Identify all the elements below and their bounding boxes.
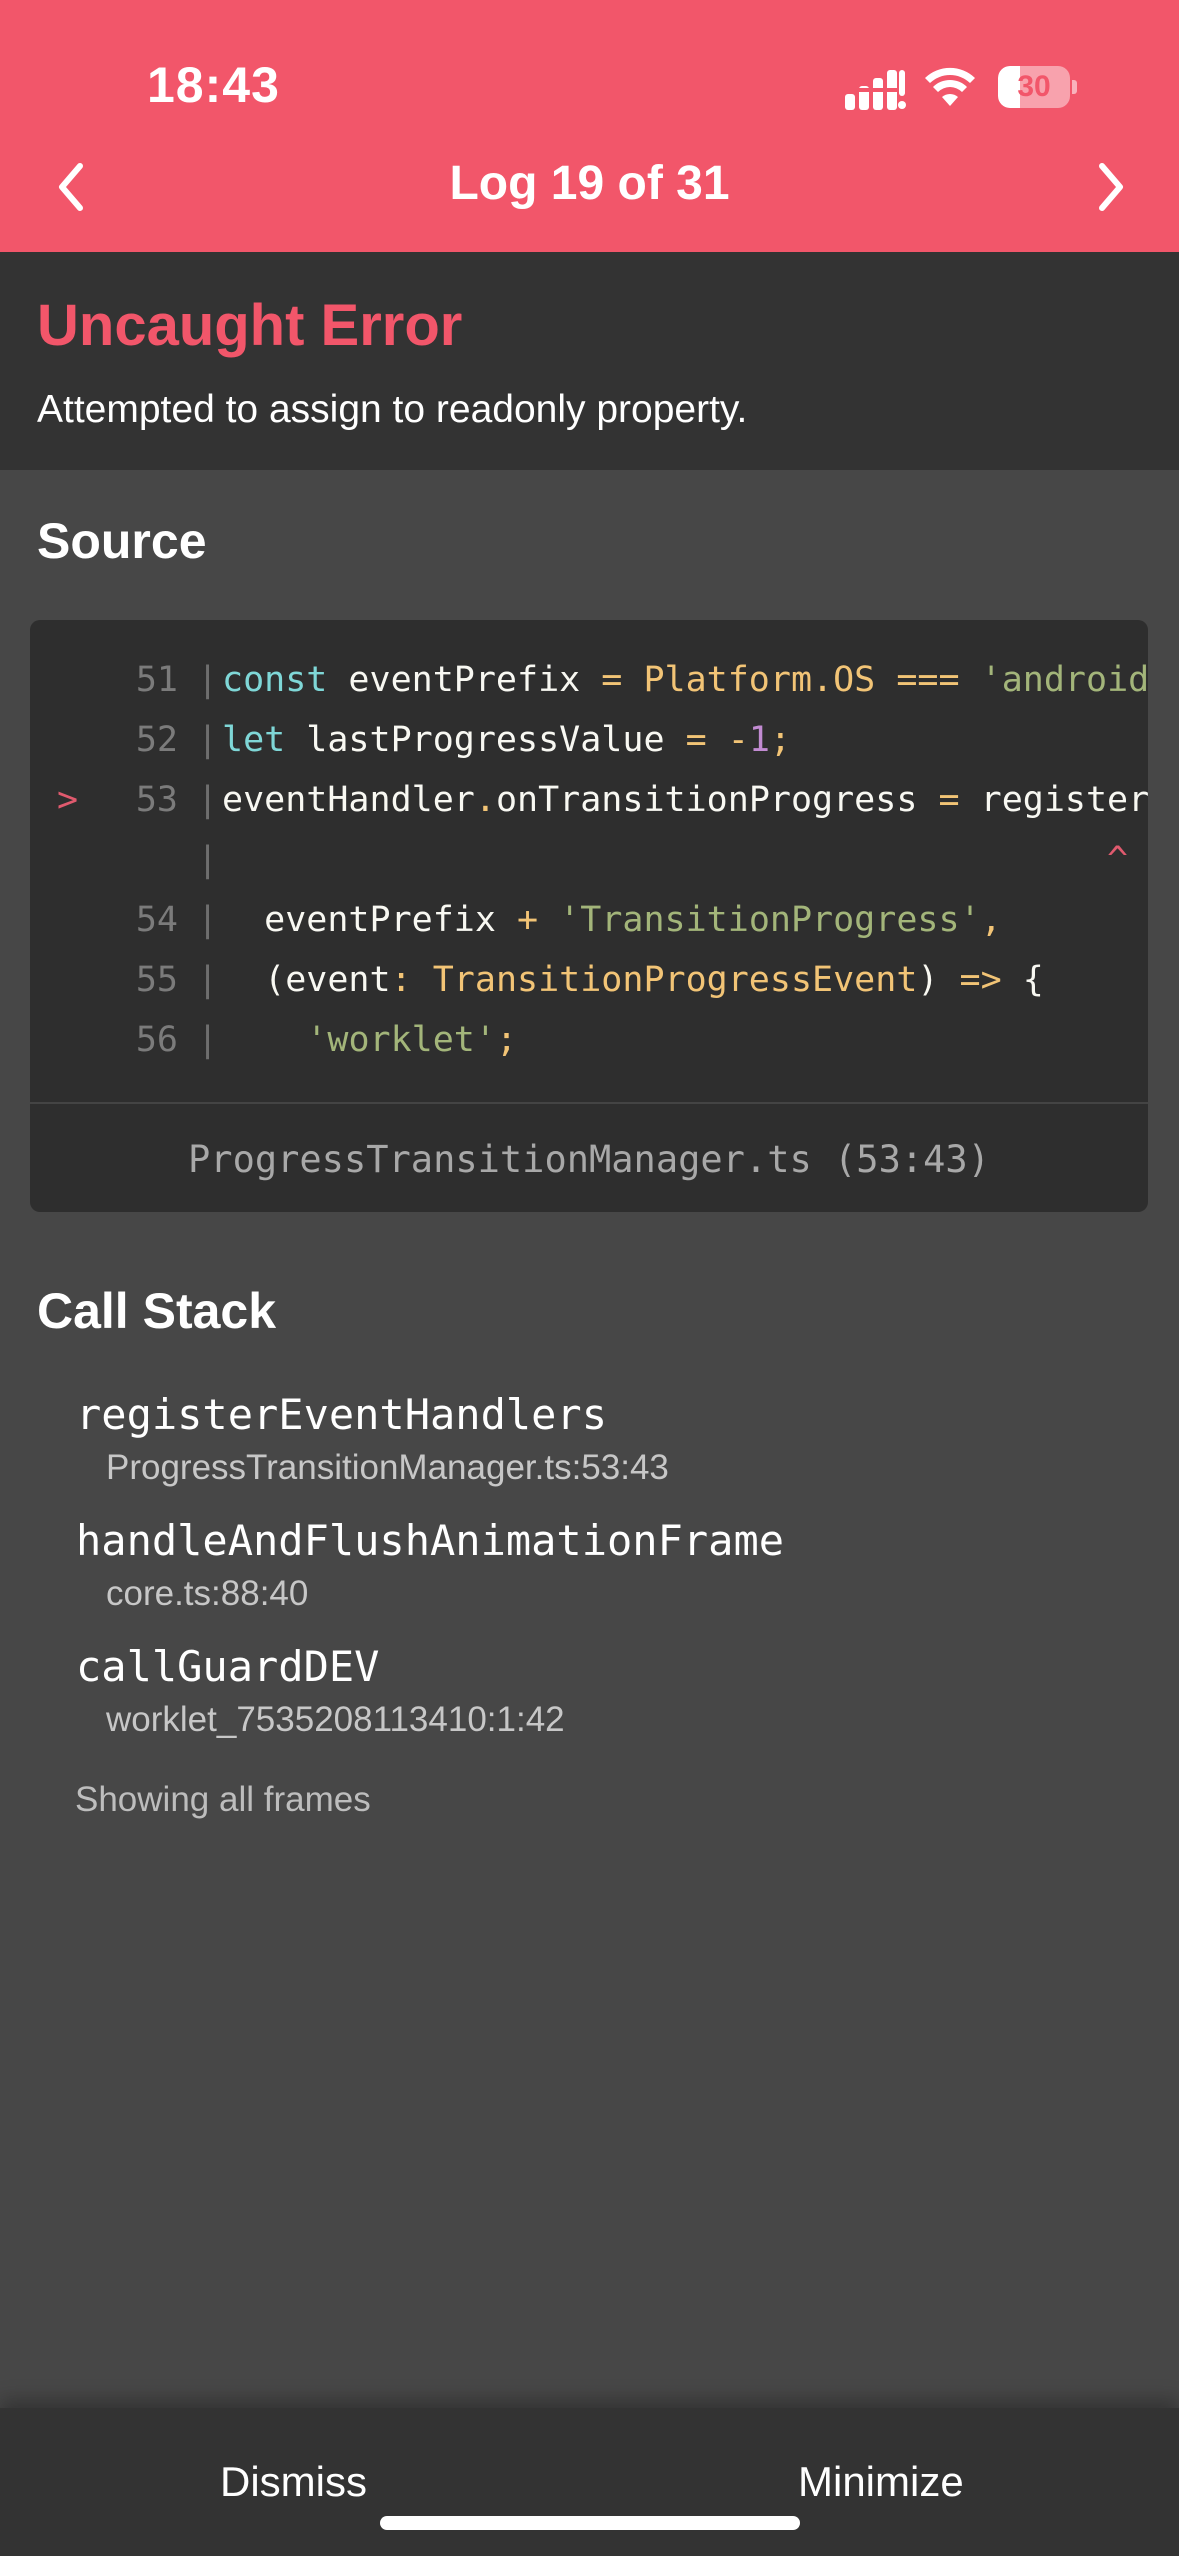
stack-frame-location[interactable]: ProgressTransitionManager.ts:53:43 <box>106 1448 669 1488</box>
code-token: = <box>601 660 623 700</box>
code-token: eventPrefix <box>327 660 602 700</box>
line-number: 52 <box>135 720 178 760</box>
code-token: (event <box>222 960 391 1000</box>
code-token: 'worklet' <box>306 1020 496 1060</box>
code-token: ^ <box>222 840 1129 880</box>
home-indicator <box>380 2516 800 2530</box>
log-counter-title: Log 19 of 31 <box>449 157 730 210</box>
gutter-separator: | <box>197 660 219 700</box>
frames-toggle[interactable]: Showing all frames <box>75 1780 371 1820</box>
code-token: = <box>685 720 707 760</box>
code-token: ) <box>917 960 960 1000</box>
stack-frame-location[interactable]: worklet_7535208113410:1:42 <box>106 1700 565 1740</box>
error-line-marker: > <box>57 780 79 820</box>
gutter-separator: | <box>197 780 219 820</box>
code-footer: ProgressTransitionManager.ts (53:43) <box>30 1102 1148 1212</box>
code-token: eventPrefix <box>222 900 518 940</box>
code-token: { <box>1001 960 1044 1000</box>
code-line: 54 | eventPrefix + 'TransitionProgress', <box>30 890 1148 950</box>
code-token: Platform <box>643 660 813 700</box>
code-token: registerEventHandlers( <box>980 780 1148 820</box>
code-frame[interactable]: 51 | const eventPrefix = Platform.OS === '… <box>30 620 1148 1212</box>
stack-frame-name[interactable]: handleAndFlushAnimationFrame <box>76 1516 784 1565</box>
battery-icon: 30 <box>998 66 1077 108</box>
code-token: === <box>896 660 960 700</box>
bottom-action-bar: Dismiss Minimize <box>0 2408 1179 2556</box>
gutter-separator: | <box>197 840 219 880</box>
gutter-separator: | <box>197 720 219 760</box>
code-file-location: ProgressTransitionManager.ts (53:43) <box>188 1138 990 1181</box>
line-number: 56 <box>135 1020 178 1060</box>
source-heading: Source <box>37 513 207 569</box>
code-token: => <box>959 960 1002 1000</box>
code-line: 52 | let lastProgressValue = -1; <box>30 710 1148 770</box>
line-number: 51 <box>135 660 178 700</box>
gutter-separator: | <box>197 1020 219 1060</box>
code-token: onTransitionProgress <box>495 780 939 820</box>
code-line: 55 | (event: TransitionProgressEvent) => … <box>30 950 1148 1010</box>
code-token: 'TransitionProgress' <box>559 900 981 940</box>
wifi-icon <box>925 67 975 106</box>
code-token: , <box>980 900 1002 940</box>
header-bar: 18:43 30 Log 19 of 31 <box>0 0 1179 252</box>
code-token: ; <box>495 1020 518 1060</box>
code-token: . <box>812 660 834 700</box>
code-token: OS <box>833 660 876 700</box>
error-banner: Uncaught Error Attempted to assign to re… <box>0 252 1179 470</box>
status-time: 18:43 <box>147 57 280 113</box>
gutter-separator: | <box>197 960 219 1000</box>
stack-frame-name[interactable]: registerEventHandlers <box>76 1390 607 1439</box>
minimize-button[interactable]: Minimize <box>798 2458 964 2506</box>
code-text: eventHandler.onTransitionProgress = regi… <box>222 770 1148 830</box>
call-stack-heading: Call Stack <box>37 1283 277 1339</box>
gutter-separator: | <box>197 900 219 940</box>
code-token: ; <box>769 720 791 760</box>
code-token: = <box>938 780 960 820</box>
error-title: Uncaught Error <box>37 293 463 358</box>
code-text: 'worklet'; <box>222 1010 1148 1070</box>
code-text: ^ <box>222 830 1148 890</box>
code-token: + <box>517 900 539 940</box>
code-line: | ^ <box>30 830 1148 890</box>
code-line: 51 | const eventPrefix = Platform.OS === '… <box>30 650 1148 710</box>
code-text: (event: TransitionProgressEvent) => { <box>222 950 1148 1010</box>
chevron-right-icon[interactable] <box>1082 150 1138 224</box>
battery-percent: 30 <box>1017 70 1051 103</box>
dismiss-button[interactable]: Dismiss <box>220 2458 367 2506</box>
line-number: 54 <box>135 900 178 940</box>
error-message: Attempted to assign to readonly property… <box>37 388 748 431</box>
code-token: - <box>727 720 749 760</box>
code-text: let lastProgressValue = -1; <box>222 710 1148 770</box>
line-number: 53 <box>135 780 178 820</box>
code-token: 'android' <box>980 660 1148 700</box>
code-token: lastProgressValue <box>285 720 686 760</box>
code-line: >53 | eventHandler.onTransitionProgress = … <box>30 770 1148 830</box>
stack-frame-name[interactable]: callGuardDEV <box>76 1642 379 1691</box>
code-line: 56 | 'worklet'; <box>30 1010 1148 1070</box>
code-token: let <box>222 720 286 760</box>
code-token: . <box>474 780 496 820</box>
code-text: const eventPrefix = Platform.OS === 'and… <box>222 650 1148 710</box>
cellular-signal-icon <box>845 70 906 110</box>
code-text: eventPrefix + 'TransitionProgress', <box>222 890 1148 950</box>
code-token: : <box>390 960 412 1000</box>
line-number: 55 <box>135 960 178 1000</box>
stack-frame-location[interactable]: core.ts:88:40 <box>106 1574 308 1614</box>
code-token: 1 <box>748 720 770 760</box>
code-token: eventHandler <box>222 780 475 820</box>
code-token: TransitionProgressEvent <box>432 960 918 1000</box>
code-token: const <box>222 660 328 700</box>
